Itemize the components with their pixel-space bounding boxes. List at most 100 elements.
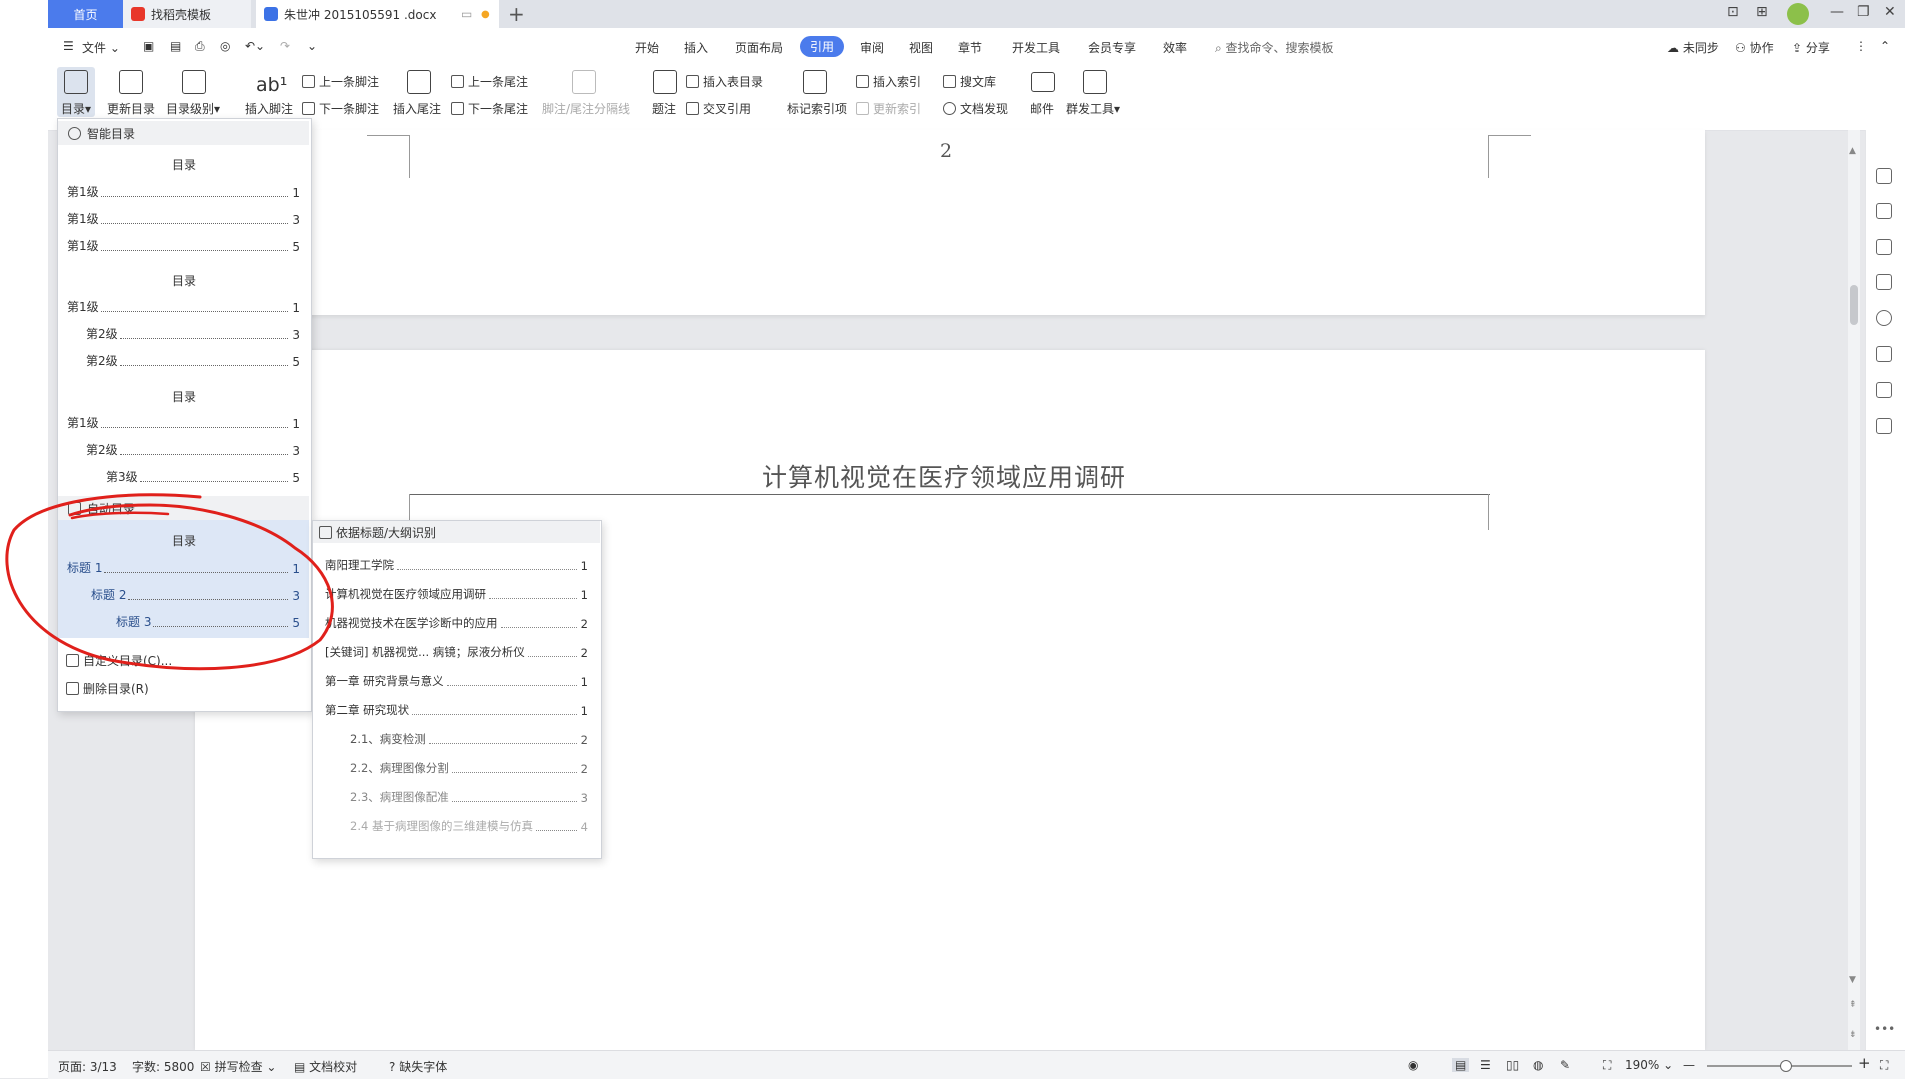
custom-toc-menu-item[interactable]: 自定义目录(C)...	[66, 652, 172, 669]
customize-quick-access-icon[interactable]: ⌄	[307, 39, 317, 53]
scrollbar-thumb[interactable]	[1850, 285, 1858, 325]
collaborate-label: 协作	[1749, 41, 1774, 55]
doc-discover-button[interactable]: 文档发现	[943, 100, 1008, 117]
toc-entry-page: 3	[292, 589, 300, 603]
insert-table-of-figures-button[interactable]: 插入表目录	[686, 73, 763, 90]
file-menu[interactable]: 文件 ⌄	[82, 39, 120, 56]
reading-view-icon[interactable]: ▯▯	[1506, 1058, 1519, 1072]
update-index-button[interactable]: 更新索引	[856, 100, 921, 117]
update-toc-button[interactable]: 更新目录	[107, 100, 155, 117]
tab-references[interactable]: 引用	[800, 36, 844, 57]
more-dots-icon[interactable]: •••	[1874, 1022, 1895, 1036]
next-endnote-button[interactable]: 下一条尾注	[451, 100, 528, 117]
scroll-down-icon[interactable]: ▼	[1849, 975, 1856, 985]
tab-page-layout[interactable]: 页面布局	[735, 39, 783, 56]
collapse-ribbon-icon[interactable]: ⌃	[1880, 39, 1890, 53]
mass-tools-button[interactable]: 群发工具 ▾	[1066, 100, 1120, 117]
document-title[interactable]: 计算机视觉在医疗领域应用调研	[762, 458, 1126, 494]
fit-page-icon[interactable]: ⛶	[1603, 1058, 1611, 1073]
toc-level-button[interactable]: 目录级别 ▾	[166, 100, 220, 117]
tab-chapter[interactable]: 章节	[958, 39, 982, 56]
doc-proof-button[interactable]: ▤ 文档校对	[294, 1058, 357, 1075]
web-view-icon[interactable]: ◍	[1533, 1058, 1543, 1072]
share-button[interactable]: ⇪ 分享	[1792, 39, 1830, 56]
tab-review[interactable]: 审阅	[860, 39, 884, 56]
tab-template[interactable]: 找稻壳模板	[123, 0, 251, 28]
footnote-separator-button[interactable]: 脚注/尾注分隔线	[542, 100, 630, 117]
location-icon[interactable]	[1876, 346, 1892, 362]
tab-developer[interactable]: 开发工具	[1012, 39, 1060, 56]
avatar[interactable]	[1787, 3, 1809, 25]
zoom-in-icon[interactable]: +	[1858, 1054, 1871, 1072]
word-count[interactable]: 字数: 5800	[132, 1058, 194, 1075]
redo-icon[interactable]: ↷	[280, 39, 290, 53]
rocket-icon[interactable]	[1876, 239, 1892, 255]
eye-protect-icon[interactable]: ◉	[1408, 1058, 1418, 1072]
cursor-select-icon[interactable]	[1876, 203, 1892, 219]
page-view-icon[interactable]: ▤	[1452, 1058, 1470, 1072]
next-footnote-button[interactable]: 下一条脚注	[302, 100, 379, 117]
print-icon[interactable]: ⎙	[195, 39, 205, 54]
write-mode-icon[interactable]: ✎	[1560, 1058, 1570, 1072]
command-search[interactable]: ⌕ 查找命令、搜索模板	[1215, 39, 1334, 56]
layout-icon[interactable]: ⊡	[1727, 4, 1739, 20]
outline-view-icon[interactable]: ☰	[1480, 1058, 1491, 1072]
close-icon[interactable]: ✕	[1884, 4, 1896, 20]
edit-pen-icon[interactable]	[1876, 168, 1892, 184]
zoom-out-icon[interactable]: —	[1683, 1058, 1695, 1072]
preview-row-label: 南阳理工学院	[325, 558, 394, 572]
tab-document-label: 朱世冲 2015105591 .docx	[284, 7, 437, 22]
next-page-icon[interactable]: ⇟	[1849, 1030, 1857, 1040]
toc-entry-label: 标题 3	[116, 615, 152, 629]
delete-toc-menu-item[interactable]: 删除目录(R)	[66, 680, 149, 697]
preview-header-label: 依据标题/大纲识别	[336, 525, 437, 540]
spell-check-button[interactable]: ☒ 拼写检查 ⌄	[200, 1058, 276, 1075]
export-icon[interactable]: ▤	[170, 39, 181, 53]
caption-button[interactable]: 题注	[652, 100, 676, 117]
prev-endnote-button[interactable]: 上一条尾注	[451, 73, 528, 90]
tab-home[interactable]: 首页	[48, 0, 123, 28]
tab-insert[interactable]: 插入	[684, 39, 708, 56]
prev-footnote-button[interactable]: 上一条脚注	[302, 73, 379, 90]
new-tab-plus-icon[interactable]: +	[508, 2, 525, 26]
apps-grid-icon[interactable]: ⊞	[1756, 4, 1768, 20]
zoom-slider-handle[interactable]	[1780, 1060, 1792, 1072]
sync-status[interactable]: ☁ 未同步	[1667, 39, 1719, 56]
preview-row: 南阳理工学院 1	[325, 557, 588, 573]
zoom-level[interactable]: 190% ⌄	[1625, 1058, 1673, 1072]
minimize-icon[interactable]: —	[1830, 4, 1844, 20]
help-icon[interactable]	[1876, 310, 1892, 326]
insert-footnote-button[interactable]: 插入脚注	[245, 100, 293, 117]
fullscreen-icon[interactable]: ⛶	[1880, 1058, 1888, 1073]
preview-icon[interactable]: ◎	[220, 39, 230, 53]
insert-endnote-button[interactable]: 插入尾注	[393, 100, 441, 117]
next-footnote-icon	[302, 102, 315, 115]
mark-index-button[interactable]: 标记索引项	[787, 100, 847, 117]
prev-page-icon[interactable]: ⇞	[1849, 1000, 1857, 1010]
more-icon[interactable]: ⋮	[1855, 39, 1867, 53]
tab-document[interactable]: 朱世冲 2015105591 .docx ▭ ●	[256, 0, 499, 28]
tab-efficiency[interactable]: 效率	[1163, 39, 1187, 56]
book-icon[interactable]	[1876, 418, 1892, 434]
save-icon[interactable]: ▣	[143, 39, 154, 53]
page-indicator[interactable]: 页面: 3/13	[58, 1058, 117, 1075]
mail-button[interactable]: 邮件	[1030, 100, 1054, 117]
insert-index-button[interactable]: 插入索引	[856, 73, 921, 90]
vertical-scrollbar[interactable]	[1848, 130, 1860, 1050]
tab-view[interactable]: 视图	[909, 39, 933, 56]
monitor-icon[interactable]: ▭	[461, 7, 472, 21]
sliders-icon[interactable]	[1876, 274, 1892, 290]
scroll-up-icon[interactable]: ▲	[1849, 146, 1856, 156]
hamburger-icon[interactable]: ☰	[63, 39, 74, 53]
preview-row-page: 1	[580, 588, 588, 602]
tab-member[interactable]: 会员专享	[1088, 39, 1136, 56]
search-library-button[interactable]: 搜文库	[943, 73, 996, 90]
collaborate-button[interactable]: ⚇ 协作	[1735, 39, 1774, 56]
missing-font-button[interactable]: ? 缺失字体	[389, 1058, 447, 1075]
image-settings-icon[interactable]	[1876, 382, 1892, 398]
tab-start[interactable]: 开始	[635, 39, 659, 56]
undo-icon[interactable]: ↶⌄	[245, 39, 265, 53]
restore-icon[interactable]: ❐	[1857, 4, 1870, 20]
preview-row-page: 4	[580, 820, 588, 834]
cross-reference-button[interactable]: 交叉引用	[686, 100, 751, 117]
